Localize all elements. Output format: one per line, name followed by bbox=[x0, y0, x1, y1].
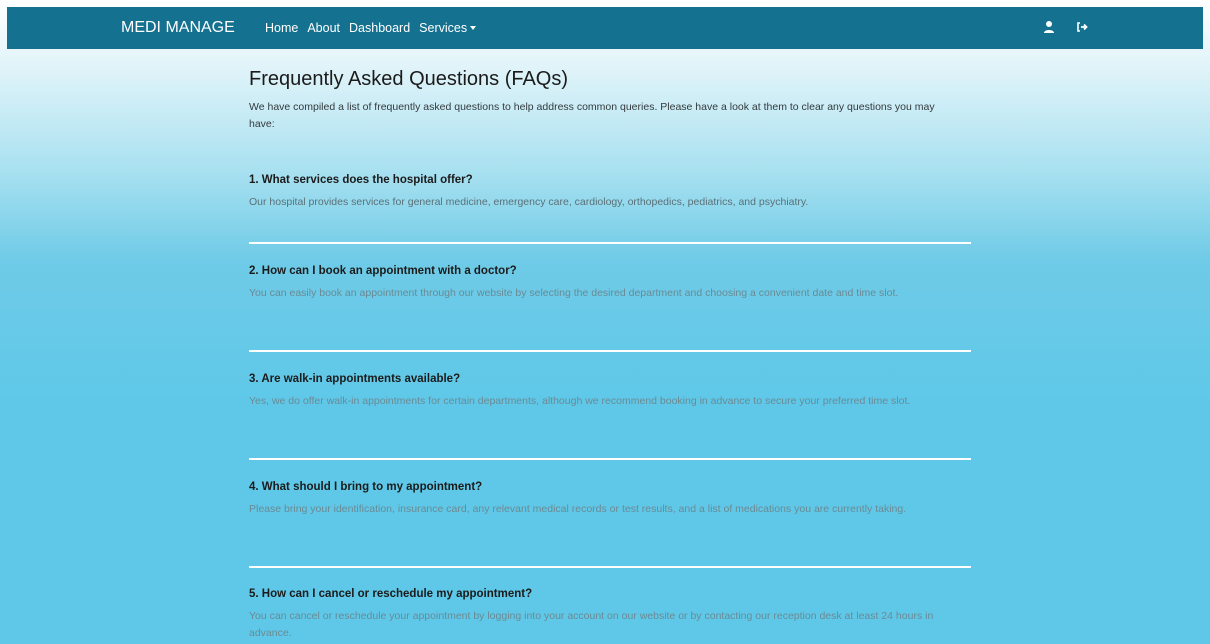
faq-question: 1. What services does the hospital offer… bbox=[249, 174, 473, 186]
page-intro: We have compiled a list of frequently as… bbox=[249, 101, 935, 130]
faq-answer: Our hospital provides services for gener… bbox=[249, 196, 809, 208]
top-navbar: MEDI MANAGE Home About Dashboard Service… bbox=[7, 7, 1203, 49]
faq-item: 1. What services does the hospital offer… bbox=[249, 173, 971, 211]
faq-content: Frequently Asked Questions (FAQs) We hav… bbox=[249, 67, 971, 639]
faq-item: 3. Are walk-in appointments available? Y… bbox=[249, 372, 971, 410]
user-icon[interactable] bbox=[1042, 20, 1056, 34]
faq-divider bbox=[249, 566, 971, 568]
faq-answer: Please bring your identification, insura… bbox=[249, 503, 907, 515]
faq-question: 5. How can I cancel or reschedule my app… bbox=[249, 588, 533, 600]
faq-question: 3. Are walk-in appointments available? bbox=[249, 373, 461, 385]
nav-dropdown-services[interactable]: Services bbox=[419, 21, 477, 36]
page-title: Frequently Asked Questions (FAQs) bbox=[249, 68, 569, 90]
faq-answer: You can easily book an appointment throu… bbox=[249, 287, 899, 299]
nav-links: Home About Dashboard Services bbox=[265, 21, 485, 36]
faq-question: 2. How can I book an appointment with a … bbox=[249, 265, 517, 277]
faq-divider bbox=[249, 242, 971, 244]
nav-link-home[interactable]: Home bbox=[265, 21, 298, 36]
faq-item: 2. How can I book an appointment with a … bbox=[249, 264, 971, 302]
faq-item: 4. What should I bring to my appointment… bbox=[249, 480, 971, 518]
nav-link-about[interactable]: About bbox=[307, 21, 340, 36]
faq-divider bbox=[249, 458, 971, 460]
logout-icon-svg bbox=[1077, 22, 1088, 32]
logout-icon[interactable] bbox=[1075, 20, 1089, 34]
services-label: Services bbox=[419, 21, 468, 35]
faq-item: 5. How can I cancel or reschedule my app… bbox=[249, 587, 971, 642]
faq-answer: Yes, we do offer walk-in appointments fo… bbox=[249, 395, 911, 407]
user-icon-svg bbox=[1044, 21, 1054, 33]
nav-link-dashboard[interactable]: Dashboard bbox=[349, 21, 410, 36]
faq-divider bbox=[249, 350, 971, 352]
faq-answer: You can cancel or reschedule your appoin… bbox=[249, 610, 934, 639]
faq-question: 4. What should I bring to my appointment… bbox=[249, 481, 483, 493]
brand-logo[interactable]: MEDI MANAGE bbox=[121, 19, 235, 37]
caret-down-icon bbox=[470, 26, 477, 30]
